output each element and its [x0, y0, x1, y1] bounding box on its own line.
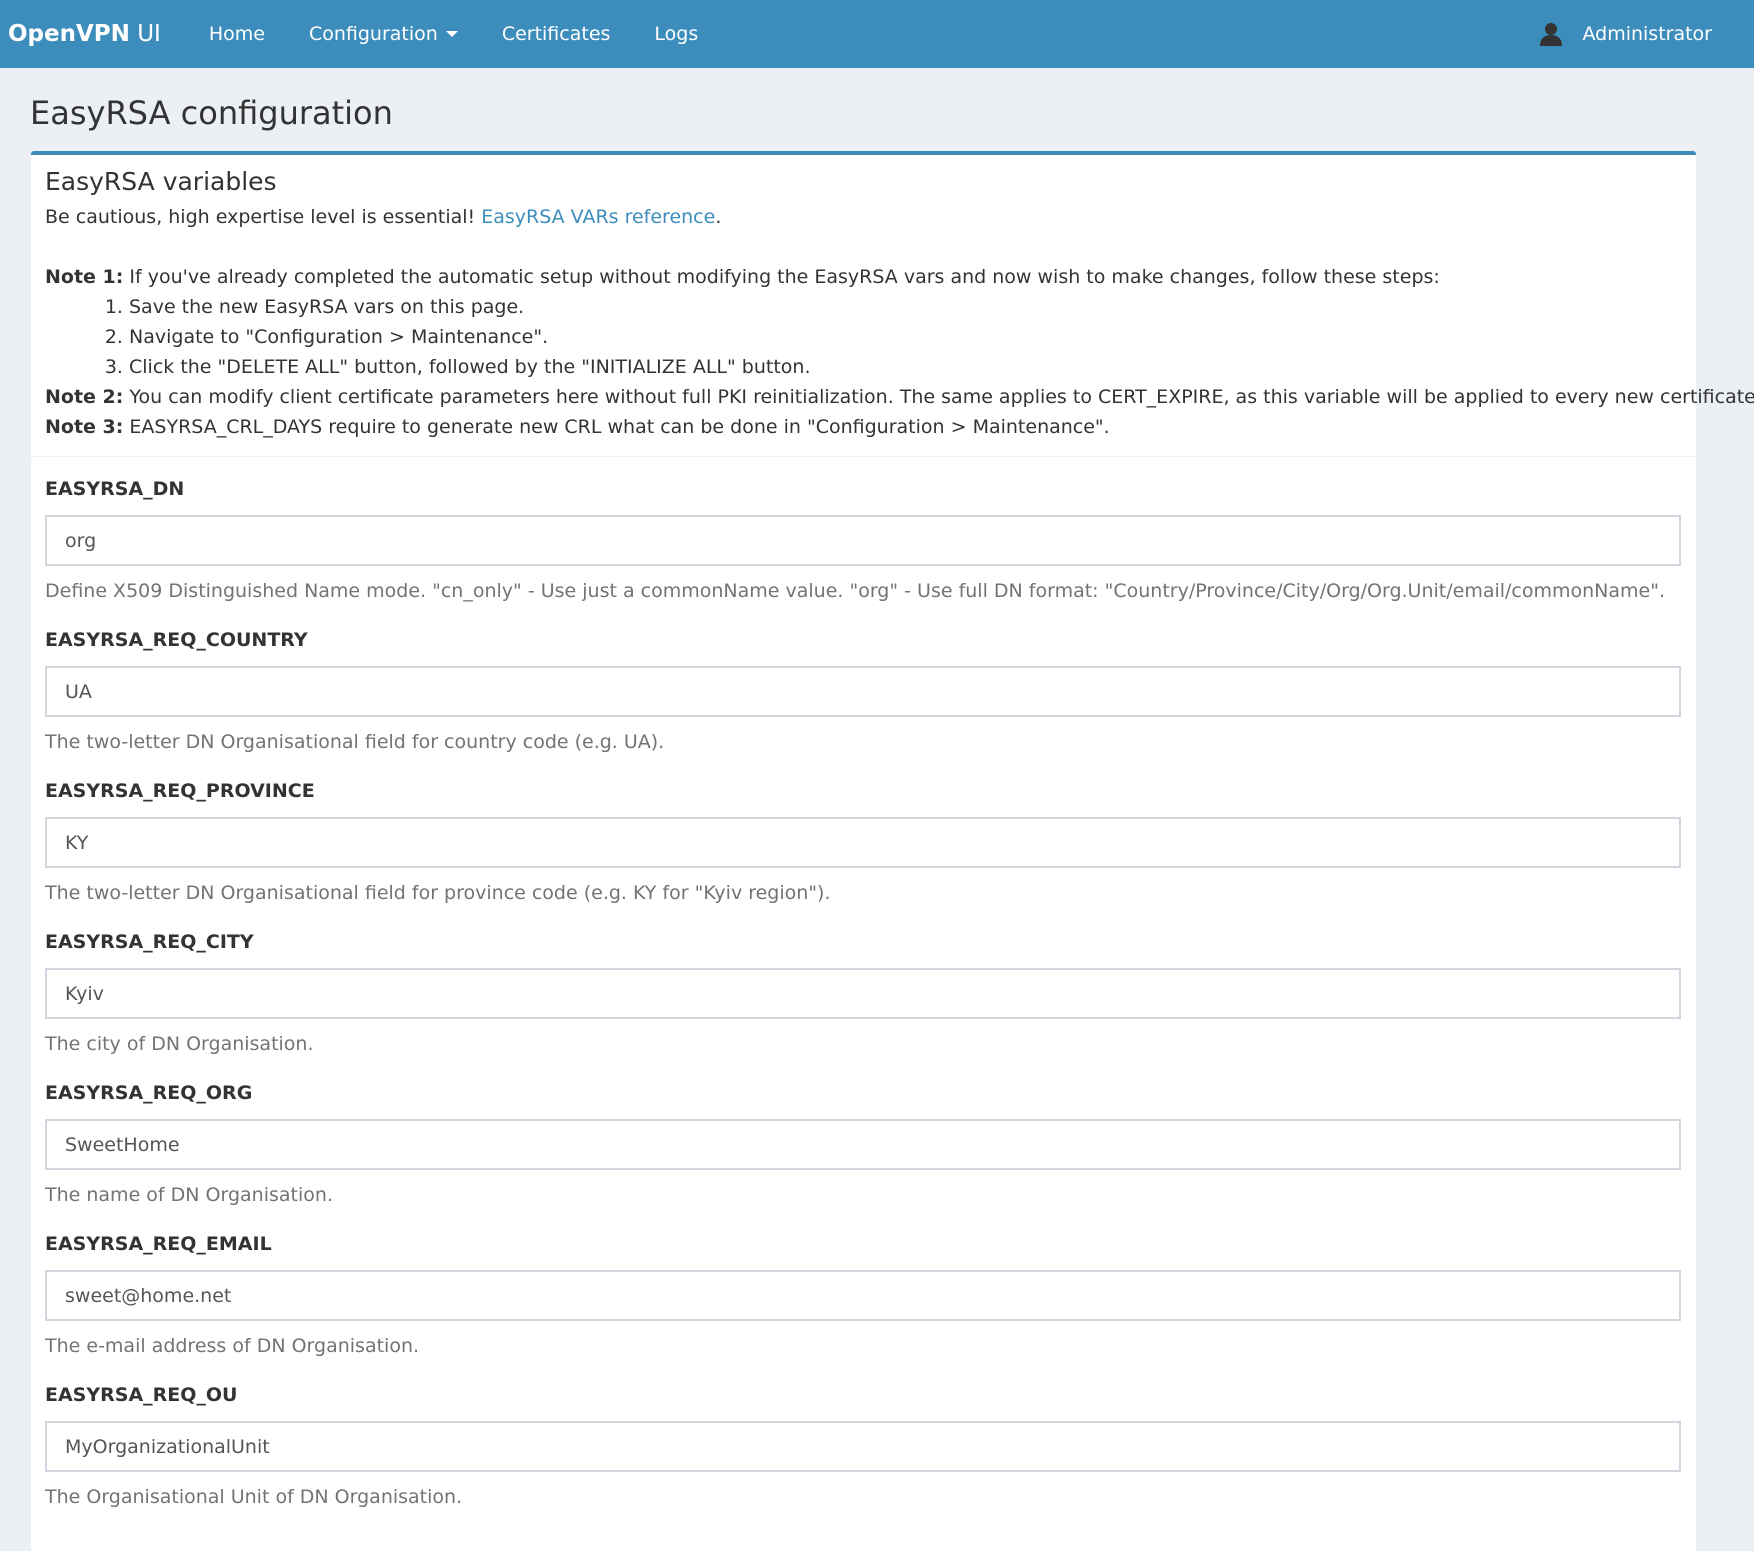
- note-2-label: Note 2:: [45, 386, 124, 408]
- note-3-label: Note 3:: [45, 416, 124, 438]
- field-label: EASYRSA_REQ_CITY: [45, 931, 254, 953]
- field-label: EASYRSA_REQ_PROVINCE: [45, 780, 315, 802]
- user-menu[interactable]: Administrator: [1538, 0, 1712, 68]
- easyrsa-vars-box: EasyRSA variables Be cautious, high expe…: [31, 151, 1754, 1551]
- caution-text: Be cautious, high expertise level is ess…: [45, 206, 476, 228]
- easyrsa-req-country-input[interactable]: [45, 666, 1681, 717]
- top-navbar: OpenVPN UI Home Configuration Certificat…: [0, 0, 1754, 68]
- easyrsa-req-org-input[interactable]: [45, 1119, 1681, 1170]
- field-help: Define X509 Distinguished Name mode. "cn…: [45, 580, 1666, 602]
- field-label: EASYRSA_REQ_ORG: [45, 1082, 253, 1104]
- user-icon: [1540, 23, 1563, 46]
- step-item: Save the new EasyRSA vars on this page.: [129, 292, 1682, 322]
- field-help: The Organisational Unit of DN Organisati…: [45, 1486, 463, 1508]
- brand-light: UI: [137, 21, 161, 47]
- field-easyrsa-req-province: EASYRSA_REQ_PROVINCE The two-letter DN O…: [45, 777, 1682, 908]
- step-item: Click the "DELETE ALL" button, followed …: [129, 352, 1682, 382]
- steps-list: Save the new EasyRSA vars on this page. …: [45, 292, 1682, 382]
- nav-certificates[interactable]: Certificates: [480, 0, 633, 68]
- field-easyrsa-dn: EASYRSA_DN Define X509 Distinguished Nam…: [45, 475, 1682, 606]
- box-body: EASYRSA_DN Define X509 Distinguished Nam…: [31, 457, 1696, 1512]
- note-1: Note 1: If you've already completed the …: [45, 262, 1682, 292]
- nav-logs[interactable]: Logs: [632, 0, 720, 68]
- easyrsa-req-email-input[interactable]: [45, 1270, 1681, 1321]
- field-help: The name of DN Organisation.: [45, 1184, 333, 1206]
- caution-period: .: [715, 206, 722, 228]
- field-label: EASYRSA_REQ_OU: [45, 1384, 238, 1406]
- easyrsa-req-province-input[interactable]: [45, 817, 1681, 868]
- note-3: Note 3: EASYRSA_CRL_DAYS require to gene…: [45, 412, 1682, 442]
- step-item: Navigate to "Configuration > Maintenance…: [129, 322, 1682, 352]
- brand-logo[interactable]: OpenVPN UI: [0, 21, 161, 47]
- field-help: The two-letter DN Organisational field f…: [45, 731, 665, 753]
- nav-certificates-label: Certificates: [501, 23, 611, 45]
- page-title: EasyRSA configuration: [30, 94, 393, 132]
- nav-configuration[interactable]: Configuration: [287, 0, 480, 68]
- user-name: Administrator: [1582, 23, 1712, 45]
- note-2-text: You can modify client certificate parame…: [129, 386, 1754, 408]
- nav-home[interactable]: Home: [187, 0, 287, 68]
- brand-bold: OpenVPN: [8, 21, 130, 47]
- nav-configuration-label: Configuration: [308, 23, 438, 45]
- field-easyrsa-req-org: EASYRSA_REQ_ORG The name of DN Organisat…: [45, 1079, 1682, 1210]
- note-1-label: Note 1:: [45, 266, 124, 288]
- field-easyrsa-req-email: EASYRSA_REQ_EMAIL The e-mail address of …: [45, 1230, 1682, 1361]
- field-label: EASYRSA_REQ_COUNTRY: [45, 629, 308, 651]
- note-1-text: If you've already completed the automati…: [129, 266, 1440, 288]
- field-label: EASYRSA_REQ_EMAIL: [45, 1233, 272, 1255]
- easyrsa-dn-input[interactable]: [45, 515, 1681, 566]
- nav-logs-label: Logs: [654, 23, 699, 45]
- note-3-text: EASYRSA_CRL_DAYS require to generate new…: [129, 416, 1110, 438]
- field-help: The two-letter DN Organisational field f…: [45, 882, 831, 904]
- field-easyrsa-req-country: EASYRSA_REQ_COUNTRY The two-letter DN Or…: [45, 626, 1682, 757]
- note-2: Note 2: You can modify client certificat…: [45, 382, 1754, 412]
- caret-down-icon: [445, 31, 458, 37]
- box-title: EasyRSA variables: [45, 167, 277, 196]
- easyrsa-req-ou-input[interactable]: [45, 1421, 1681, 1472]
- field-easyrsa-req-city: EASYRSA_REQ_CITY The city of DN Organisa…: [45, 928, 1682, 1059]
- field-easyrsa-req-ou: EASYRSA_REQ_OU The Organisational Unit o…: [45, 1381, 1682, 1512]
- field-help: The e-mail address of DN Organisation.: [45, 1335, 420, 1357]
- field-label: EASYRSA_DN: [45, 478, 185, 500]
- caution-line: Be cautious, high expertise level is ess…: [45, 202, 1682, 232]
- nav-home-label: Home: [208, 23, 265, 45]
- easyrsa-reference-link[interactable]: EasyRSA VARs reference: [481, 206, 715, 228]
- box-header: EasyRSA variables Be cautious, high expe…: [31, 155, 1754, 457]
- field-help: The city of DN Organisation.: [45, 1033, 314, 1055]
- easyrsa-req-city-input[interactable]: [45, 968, 1681, 1019]
